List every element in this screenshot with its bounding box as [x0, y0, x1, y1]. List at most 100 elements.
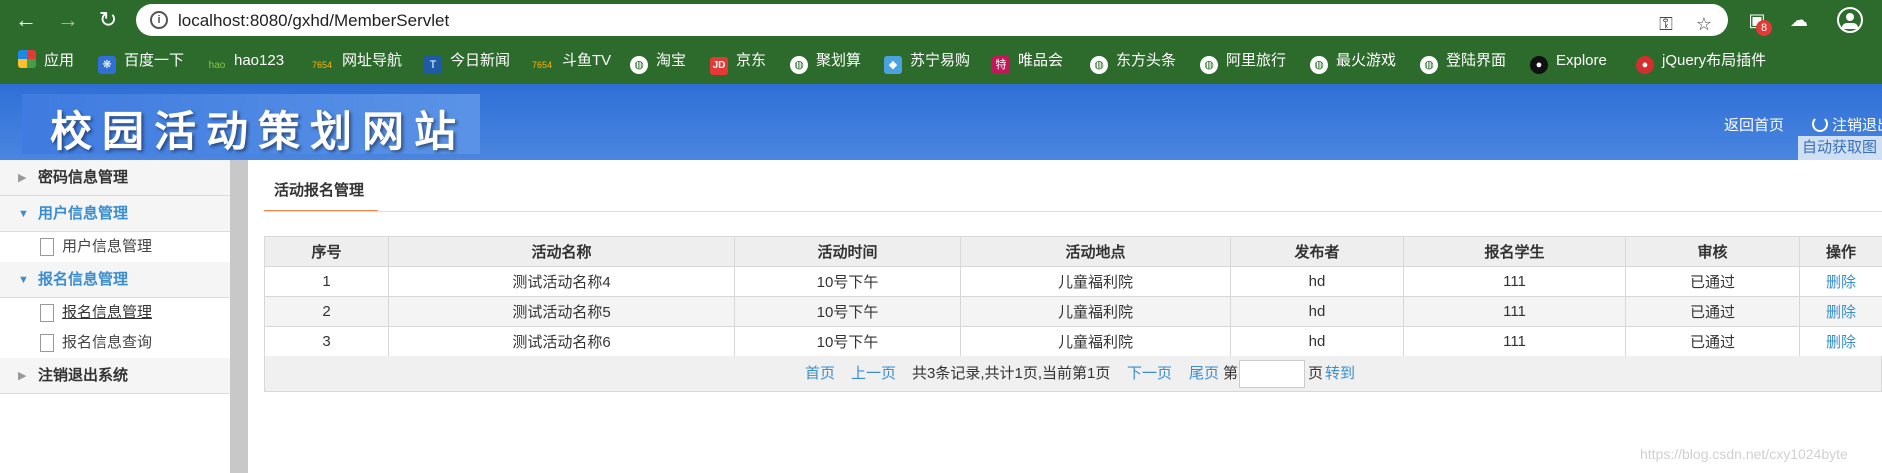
- reload-icon[interactable]: ↻: [94, 6, 122, 34]
- sidebar-item-signup-query[interactable]: 报名信息查询: [0, 328, 230, 358]
- watermark: https://blog.csdn.net/cxy1024byte: [1640, 446, 1848, 462]
- pagination-info: 共3条记录,共计1页,当前第1页: [912, 365, 1111, 382]
- next-page-link[interactable]: 下一页: [1127, 356, 1172, 392]
- column-header[interactable]: 审核: [1625, 236, 1800, 267]
- baidu-paw-icon: ❋: [98, 56, 116, 74]
- page-suffix-label: 页: [1308, 365, 1324, 382]
- table-row[interactable]: 2 测试活动名称5 10号下午 儿童福利院 hd 111 已通过 删除: [264, 296, 1882, 327]
- bookmark-taobao[interactable]: ◍ 淘宝: [630, 50, 686, 74]
- url-text[interactable]: localhost:8080/gxhd/MemberServlet: [178, 11, 449, 31]
- site-info-icon[interactable]: i: [150, 11, 168, 29]
- browser-toolbar: ← → ↻ i localhost:8080/gxhd/MemberServle…: [0, 0, 1882, 40]
- column-header[interactable]: 活动时间: [734, 236, 961, 267]
- bookmark-jquery[interactable]: ● jQuery布局插件: [1636, 50, 1766, 74]
- profile-avatar-icon[interactable]: [1837, 7, 1863, 33]
- globe-icon: ◍: [1310, 56, 1328, 74]
- jquery-icon: ●: [1636, 56, 1654, 74]
- bookmark-github[interactable]: ● Explore: [1530, 50, 1607, 74]
- cell-activity-time: 10号下午: [734, 296, 961, 327]
- column-header[interactable]: 报名学生: [1403, 236, 1626, 267]
- auto-fetch-button[interactable]: 自动获取图: [1798, 136, 1882, 160]
- sidebar-item-signup-manage[interactable]: 报名信息管理: [0, 298, 230, 328]
- pagination-bar: 首页 上一页 共3条记录,共计1页,当前第1页 下一页 尾页 第 页 转到: [264, 356, 1882, 392]
- bookmark-hao123[interactable]: hao hao123: [208, 50, 284, 72]
- table-row[interactable]: 3 测试活动名称6 10号下午 儿童福利院 hd 111 已通过 删除: [264, 326, 1882, 357]
- caret-down-icon: ▼: [18, 208, 29, 220]
- sidebar-scrollbar[interactable]: [230, 160, 248, 473]
- sidebar-item-user-manage[interactable]: 用户信息管理: [0, 232, 230, 262]
- globe-icon: ◍: [1420, 56, 1438, 74]
- sidebar-group-logout[interactable]: ▶ 注销退出系统: [0, 358, 230, 394]
- delete-link[interactable]: 删除: [1799, 266, 1882, 297]
- tab-signup-manage[interactable]: 活动报名管理: [264, 174, 378, 212]
- site-logo-text: 校园活动策划网站: [50, 107, 467, 156]
- site-logo: 校园活动策划网站: [22, 94, 480, 156]
- page-number-input[interactable]: [1239, 360, 1305, 388]
- cell-student: 111: [1403, 296, 1626, 327]
- suning-icon: ◆: [884, 56, 902, 74]
- caret-down-icon: ▼: [18, 274, 29, 286]
- douyu-icon: 7654: [531, 60, 553, 70]
- cell-publisher: hd: [1230, 296, 1404, 327]
- prev-page-link[interactable]: 上一页: [851, 356, 896, 392]
- delete-link[interactable]: 删除: [1799, 326, 1882, 357]
- bookmark-login[interactable]: ◍ 登陆界面: [1420, 50, 1506, 74]
- document-icon: [40, 334, 54, 352]
- home-link[interactable]: 返回首页: [1724, 114, 1784, 135]
- forward-icon[interactable]: →: [54, 6, 82, 34]
- jd-icon: JD: [710, 57, 728, 75]
- bookmark-news[interactable]: T 今日新闻: [424, 50, 510, 74]
- cell-activity-name: 测试活动名称6: [388, 326, 735, 357]
- cell-review-status: 已通过: [1625, 266, 1800, 297]
- cloud-extension-icon[interactable]: ☁: [1786, 8, 1812, 32]
- news-icon: T: [424, 56, 442, 74]
- cell-publisher: hd: [1230, 326, 1404, 357]
- bookmark-jd[interactable]: JD 京东: [710, 50, 766, 75]
- sidebar-group-signup[interactable]: ▼ 报名信息管理: [0, 262, 230, 298]
- column-header[interactable]: 序号: [264, 236, 389, 267]
- goto-page-link[interactable]: 转到: [1325, 356, 1355, 392]
- cell-activity-place: 儿童福利院: [960, 296, 1231, 327]
- star-icon[interactable]: ☆: [1692, 12, 1716, 36]
- column-header[interactable]: 操作: [1799, 236, 1882, 267]
- bookmark-suning[interactable]: ◆ 苏宁易购: [884, 50, 970, 74]
- table-header-row: 序号 活动名称 活动时间 活动地点 发布者 报名学生 审核 操作: [264, 236, 1882, 267]
- globe-icon: ◍: [790, 56, 808, 74]
- bookmark-games[interactable]: ◍ 最火游戏: [1310, 50, 1396, 74]
- tab-divider: [264, 211, 1882, 212]
- bookmark-douyu[interactable]: 7654 斗鱼TV: [530, 50, 611, 72]
- document-icon: [40, 304, 54, 322]
- bookmark-nav[interactable]: 7654 网址导航: [310, 50, 402, 72]
- cell-review-status: 已通过: [1625, 296, 1800, 327]
- bookmark-baidu[interactable]: ❋ 百度一下: [98, 50, 184, 74]
- key-icon[interactable]: ⚿: [1654, 12, 1678, 36]
- logout-link[interactable]: 注销退出: [1812, 114, 1882, 135]
- back-icon[interactable]: ←: [12, 6, 40, 34]
- bookmark-vip[interactable]: 特唯品会: [992, 50, 1063, 74]
- github-icon: ●: [1530, 56, 1548, 74]
- column-header[interactable]: 活动名称: [388, 236, 735, 267]
- column-header[interactable]: 活动地点: [960, 236, 1231, 267]
- first-page-link[interactable]: 首页: [805, 356, 835, 392]
- address-bar[interactable]: i localhost:8080/gxhd/MemberServlet ⚿ ☆: [136, 4, 1728, 36]
- cell-activity-place: 儿童福利院: [960, 326, 1231, 357]
- globe-icon: ◍: [1090, 56, 1108, 74]
- apps-grid-icon: [18, 50, 36, 68]
- column-header[interactable]: 发布者: [1230, 236, 1404, 267]
- cell-activity-time: 10号下午: [734, 266, 961, 297]
- cell-student: 111: [1403, 266, 1626, 297]
- bookmark-juhuasuan[interactable]: ◍ 聚划算: [790, 50, 861, 74]
- sidebar-group-password[interactable]: ▶ 密码信息管理: [0, 160, 230, 196]
- table-row[interactable]: 1 测试活动名称4 10号下午 儿童福利院 hd 111 已通过 删除: [264, 266, 1882, 297]
- app-header: 校园活动策划网站 返回首页 注销退出: [0, 84, 1882, 160]
- sidebar-group-users[interactable]: ▼ 用户信息管理: [0, 196, 230, 232]
- last-page-link[interactable]: 尾页: [1189, 356, 1219, 392]
- cell-index: 3: [264, 326, 389, 357]
- nav-7654-icon: 7654: [311, 60, 333, 70]
- cell-publisher: hd: [1230, 266, 1404, 297]
- delete-link[interactable]: 删除: [1799, 296, 1882, 327]
- power-icon: [1812, 116, 1828, 132]
- bookmark-apps[interactable]: 应用: [18, 50, 74, 72]
- bookmark-alitrip[interactable]: ◍ 阿里旅行: [1200, 50, 1286, 74]
- bookmark-toutiao[interactable]: ◍ 东方头条: [1090, 50, 1176, 74]
